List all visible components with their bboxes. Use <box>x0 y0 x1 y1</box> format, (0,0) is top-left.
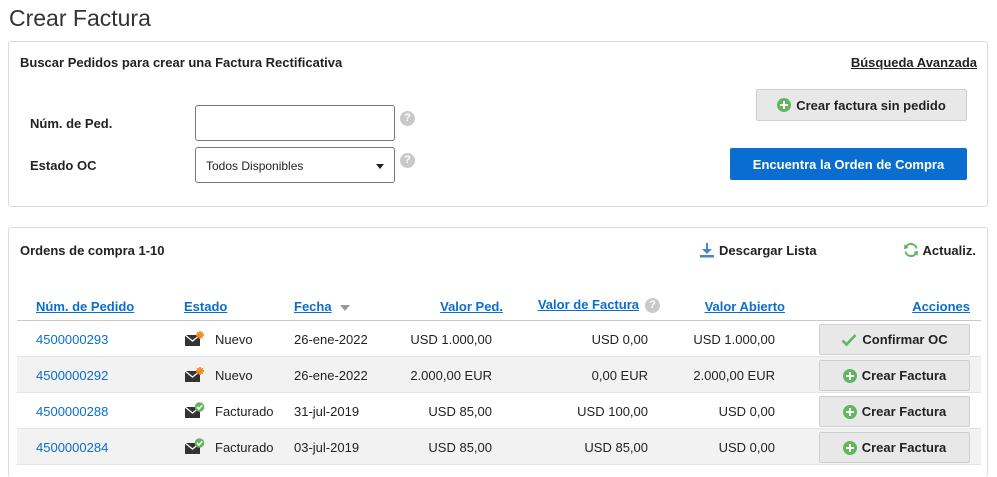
download-icon <box>700 243 714 258</box>
status-cell: Facturado <box>184 438 274 456</box>
invoice-value: USD 0,00 <box>591 332 648 347</box>
order-number-input[interactable] <box>195 105 395 141</box>
plus-circle-icon <box>777 98 792 112</box>
sort-desc-icon <box>339 304 350 311</box>
order-date: 26-ene-2022 <box>294 368 368 383</box>
status-label: Facturado <box>215 403 274 419</box>
order-number-label: Núm. de Ped. <box>30 116 113 131</box>
row-action-label: Crear Factura <box>861 440 947 455</box>
order-value: 2.000,00 EUR <box>410 368 492 383</box>
order-number-link[interactable]: 4500000284 <box>36 440 108 455</box>
invoice-value: USD 100,00 <box>577 404 648 419</box>
refresh-icon <box>903 242 918 258</box>
col-order-value[interactable]: Valor Ped. <box>440 299 503 314</box>
plus-icon <box>842 440 857 455</box>
open-value: USD 0,00 <box>718 440 775 455</box>
order-date: 03-jul-2019 <box>294 440 360 455</box>
refresh-button[interactable]: Actualiz. <box>903 242 976 258</box>
orders-panel: Ordens de compra 1-10 Descargar Lista Ac… <box>8 227 988 477</box>
create-invoice-without-order-label: Crear factura sin pedido <box>796 97 946 113</box>
invoice-value: USD 85,00 <box>584 440 648 455</box>
table-row: 4500000293 Nuevo 26-ene-2022 USD 1.000,0… <box>17 321 981 357</box>
status-cell: Nuevo <box>184 330 253 348</box>
col-date-label: Fecha <box>294 299 332 314</box>
download-list-button[interactable]: Descargar Lista <box>699 242 817 258</box>
col-date[interactable]: Fecha <box>294 299 350 314</box>
row-action-button[interactable]: Crear Factura <box>819 396 970 427</box>
table-row: 4500000288 Facturado 31-jul-2019 USD 85,… <box>17 393 981 429</box>
order-number-link[interactable]: 4500000292 <box>36 368 108 383</box>
order-value: USD 85,00 <box>428 440 492 455</box>
table-header: Núm. de Pedido Estado Fecha Valor Ped. V… <box>17 293 981 321</box>
invoice-value: 0,00 EUR <box>591 368 648 383</box>
invoice-value-help-icon[interactable]: ? <box>645 298 660 314</box>
plus-icon <box>842 404 857 419</box>
row-action-button[interactable]: Crear Factura <box>819 360 970 391</box>
row-action-label: Crear Factura <box>861 404 947 419</box>
orders-table: Núm. de Pedido Estado Fecha Valor Ped. V… <box>17 293 981 465</box>
table-row: 4500000284 Facturado 03-jul-2019 USD 85,… <box>17 429 981 465</box>
col-actions[interactable]: Acciones <box>912 299 970 314</box>
caret-down-icon <box>376 164 384 169</box>
status-label: Nuevo <box>215 331 253 347</box>
open-value: USD 1.000,00 <box>693 332 775 347</box>
row-action-label: Crear Factura <box>861 368 947 383</box>
order-number-help-icon[interactable]: ? <box>400 111 415 126</box>
plus-icon <box>842 368 857 383</box>
status-label: Nuevo <box>215 367 253 383</box>
refresh-label: Actualiz. <box>922 242 976 258</box>
order-number-link[interactable]: 4500000288 <box>36 404 108 419</box>
status-cell: Facturado <box>184 402 274 420</box>
search-panel: Buscar Pedidos para crear una Factura Re… <box>8 41 988 207</box>
col-status[interactable]: Estado <box>184 299 227 314</box>
col-order-number[interactable]: Núm. de Pedido <box>36 299 134 314</box>
row-action-label: Confirmar OC <box>862 332 948 347</box>
envelope-invoiced-icon <box>184 438 206 456</box>
open-value: USD 0,00 <box>718 404 775 419</box>
envelope-invoiced-icon <box>184 402 206 420</box>
envelope-new-icon <box>184 330 206 348</box>
page-title: Crear Factura <box>9 5 151 31</box>
order-value: USD 85,00 <box>428 404 492 419</box>
order-date: 31-jul-2019 <box>294 404 360 419</box>
row-action-button[interactable]: Crear Factura <box>819 432 970 463</box>
find-purchase-order-button[interactable]: Encuentra la Orden de Compra <box>730 148 967 180</box>
order-status-label: Estado OC <box>30 158 97 173</box>
envelope-new-icon <box>184 366 206 384</box>
create-invoice-without-order-button[interactable]: Crear factura sin pedido <box>756 89 967 121</box>
col-open-value[interactable]: Valor Abierto <box>705 299 785 314</box>
order-status-help-icon[interactable]: ? <box>400 153 415 168</box>
status-label: Facturado <box>215 439 274 455</box>
open-value: 2.000,00 EUR <box>693 368 775 383</box>
status-cell: Nuevo <box>184 366 253 384</box>
col-invoice-value[interactable]: Valor de Factura? <box>537 297 660 314</box>
advanced-search-link[interactable]: Búsqueda Avanzada <box>851 55 977 70</box>
download-list-label: Descargar Lista <box>719 242 817 258</box>
col-invoice-value-label: Valor de Factura <box>537 297 639 312</box>
check-icon <box>841 333 857 347</box>
row-action-button[interactable]: Confirmar OC <box>819 324 970 355</box>
order-number-link[interactable]: 4500000293 <box>36 332 108 347</box>
table-row: 4500000292 Nuevo 26-ene-2022 2.000,00 EU… <box>17 357 981 393</box>
order-date: 26-ene-2022 <box>294 332 368 347</box>
order-value: USD 1.000,00 <box>410 332 492 347</box>
search-panel-title: Buscar Pedidos para crear una Factura Re… <box>20 55 343 70</box>
orders-title: Ordens de compra 1-10 <box>20 243 165 258</box>
order-status-select[interactable]: Todos Disponibles <box>195 147 395 183</box>
order-status-value: Todos Disponibles <box>206 159 304 173</box>
